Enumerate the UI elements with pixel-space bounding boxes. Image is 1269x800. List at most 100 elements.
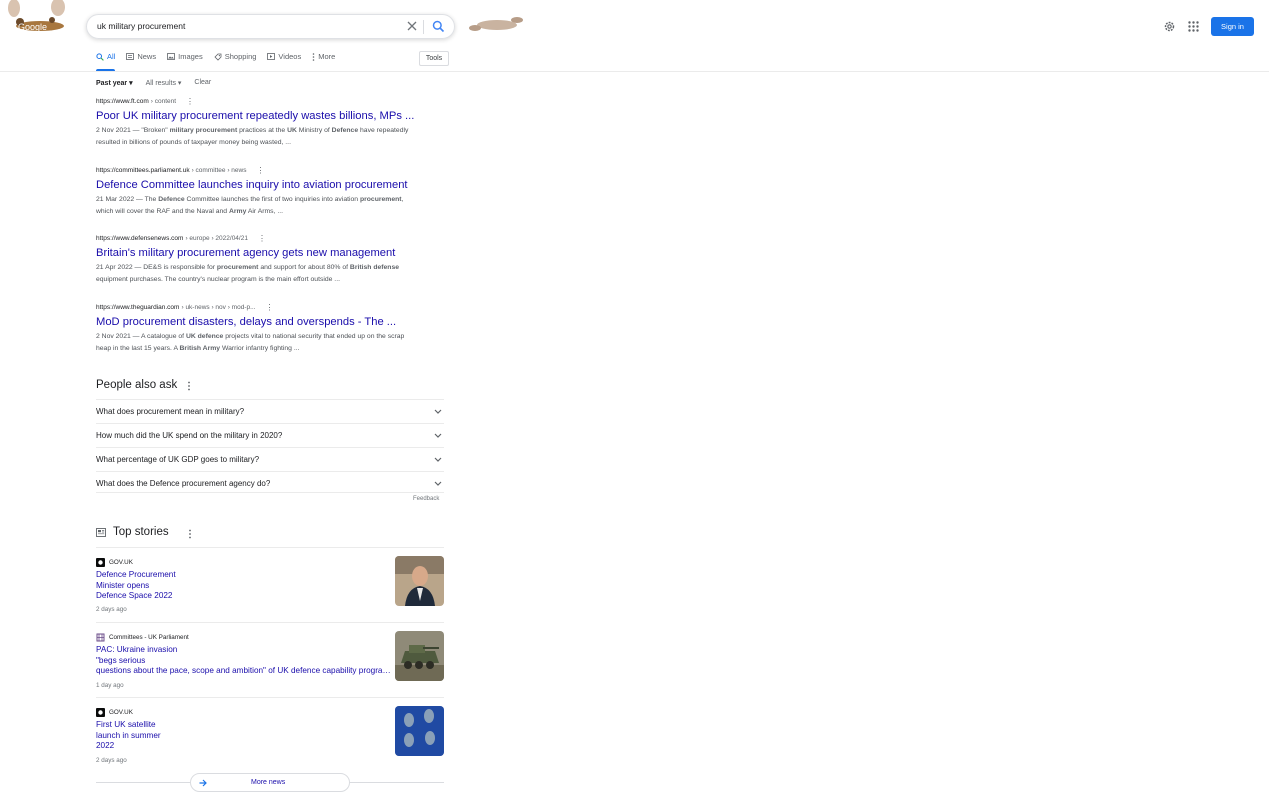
tab-label: Shopping [224,52,257,61]
story-source-name: Committees - UK Parliament [109,634,189,641]
story-source-name: GOV.UK [109,559,133,566]
story-thumbnail[interactable] [395,631,444,681]
results-filter-dropdown[interactable]: All results ▾ [146,79,182,87]
result-path: › europe › 2022/04/21 [185,235,248,242]
tools-button[interactable]: Tools [419,51,449,66]
story-title-link[interactable]: First UK satellite launch in summer 2022 [96,720,391,752]
tab-images[interactable]: Images [167,52,203,71]
paa-question[interactable]: What does procurement mean in military? [96,399,444,423]
search-divider [423,20,424,34]
result-snippet: 21 Apr 2022 — DE&S is responsible for pr… [96,264,400,283]
time-filter-label: Past year [96,80,128,87]
result-title-link[interactable]: Defence Committee launches inquiry into … [96,179,416,191]
play-icon [267,53,276,60]
result-title-link[interactable]: Britain's military procurement agency ge… [96,247,416,259]
news-story-card[interactable]: GOV.UK Defence Procurement Minister open… [96,547,444,623]
time-filter-dropdown[interactable]: Past year ▾ [96,79,133,87]
result-path: › committee › news [191,167,247,174]
story-title-line: questions about the pace, scope and ambi… [96,666,391,675]
story-title-line: First UK satellite [96,720,156,729]
tab-more[interactable]: More [312,52,335,71]
chevron-down-icon [434,481,442,486]
result-path: › uk-news › nov › mod-p... [181,304,256,311]
feedback-link[interactable]: Feedback [413,496,439,502]
kebab-icon[interactable] [188,529,192,539]
results-filter-label: All results [145,80,176,87]
paa-question[interactable]: How much did the UK spend on the militar… [96,423,444,447]
newspaper-icon [96,528,106,537]
story-thumbnail[interactable] [395,556,444,606]
result-domain: https://www.theguardian.com [96,304,180,311]
search-tabs: All News Images Shopping Videos More [96,52,346,71]
more-news-label: More news [251,779,286,786]
doodle-decoration [467,14,525,36]
arrow-right-icon [199,779,207,787]
gov-uk-favicon-icon [96,558,105,567]
svg-text:Google: Google [18,22,47,32]
search-input[interactable]: uk military procurement [97,21,185,31]
result-snippet: 21 Mar 2022 — The Defence Committee laun… [96,196,404,215]
tab-shopping[interactable]: Shopping [214,52,257,71]
apps-grid-icon[interactable] [1188,21,1199,32]
more-news-button[interactable]: More news [190,773,350,792]
result-domain: https://www.defensenews.com [96,235,184,242]
news-story-card[interactable]: Committees - UK Parliament PAC: Ukraine … [96,622,444,698]
tab-label: Videos [278,52,302,61]
result-snippet: 2 Nov 2021 — A catalogue of UK defence p… [96,333,405,352]
result-snippet: 2 Nov 2021 — "Broken" military procureme… [96,127,409,146]
story-title-line: launch in summer [96,730,161,740]
tab-label: All [107,52,116,61]
clear-filters-link[interactable]: Clear [194,79,211,87]
chevron-down-icon [434,433,442,438]
story-title-link[interactable]: Defence Procurement Minister opens Defen… [96,570,391,602]
parliament-portcullis-icon [96,633,105,642]
settings-gear-icon[interactable] [1163,20,1176,33]
search-icon[interactable] [432,20,445,33]
clear-icon[interactable] [406,20,418,32]
story-title-link[interactable]: PAC: Ukraine invasion "begs serious ques… [96,645,391,677]
chevron-down-icon [434,457,442,462]
top-stories-heading: Top stories [113,526,169,538]
image-icon [167,53,176,60]
paa-question[interactable]: What does the Defence procurement agency… [96,471,444,493]
paa-question[interactable]: What percentage of UK GDP goes to milita… [96,447,444,471]
search-result: https://www.ft.com › content ⋮ Poor UK mil… [96,97,416,149]
news-icon [126,53,135,60]
result-menu-icon[interactable]: ⋮ [258,234,266,242]
search-result: https://committees.parliament.uk › commit… [96,166,416,218]
result-title-link[interactable]: Poor UK military procurement repeatedly … [96,110,416,122]
kebab-icon [312,53,315,61]
news-story-card[interactable]: GOV.UK First UK satellite launch in summ… [96,697,444,773]
story-title-line: 2022 [96,741,115,750]
story-source: Committees - UK Parliament [96,633,189,642]
story-source-name: GOV.UK [109,709,133,716]
search-box[interactable]: uk military procurement [86,14,455,39]
paa-question-text: What percentage of UK GDP goes to milita… [96,455,260,464]
result-url[interactable]: https://www.ft.com › content ⋮ [96,97,416,105]
gov-uk-favicon-icon [96,708,105,717]
tab-label: Images [178,52,203,61]
tab-label: News [137,52,157,61]
result-url[interactable]: https://www.theguardian.com › uk-news › n… [96,303,416,311]
result-url[interactable]: https://committees.parliament.uk › commit… [96,166,416,174]
kebab-icon[interactable] [187,381,191,391]
sign-in-button[interactable]: Sign in [1211,17,1254,36]
result-url[interactable]: https://www.defensenews.com › europe › 20… [96,234,416,242]
result-domain: https://committees.parliament.uk [96,167,190,174]
google-doodle-logo[interactable]: Google [6,0,70,40]
result-path: › content [150,98,177,105]
result-title-link[interactable]: MoD procurement disasters, delays and ov… [96,316,416,328]
story-title-line: Defence Space 2022 [96,591,173,600]
tab-label: More [318,52,336,61]
result-menu-icon[interactable]: ⋮ [186,97,194,105]
search-result: https://www.defensenews.com › europe › 20… [96,234,416,286]
tab-videos[interactable]: Videos [267,52,301,71]
result-menu-icon[interactable]: ⋮ [256,166,264,174]
tab-all[interactable]: All [96,52,116,71]
tag-icon [214,53,222,61]
paa-question-text: What does procurement mean in military? [96,407,245,416]
story-thumbnail[interactable] [395,706,444,756]
story-title-line: "begs serious [96,655,146,665]
tab-news[interactable]: News [126,52,156,71]
result-menu-icon[interactable]: ⋮ [266,303,274,311]
